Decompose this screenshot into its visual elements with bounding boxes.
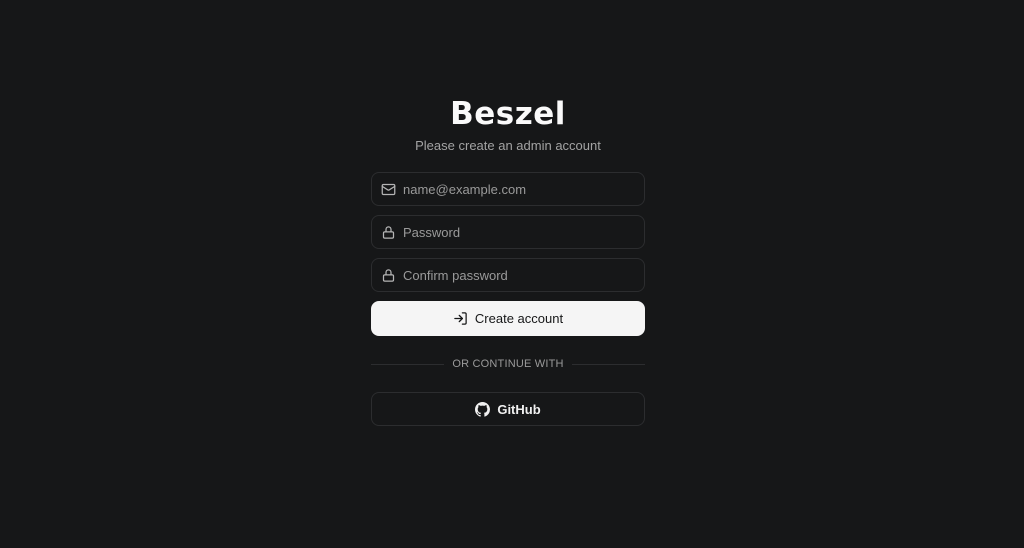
- divider-text: OR CONTINUE WITH: [452, 358, 564, 370]
- create-account-label: Create account: [474, 311, 564, 326]
- auth-card: Beszel Please create an admin account na…: [371, 94, 646, 426]
- password-field[interactable]: [371, 215, 645, 249]
- confirm-password-input[interactable]: [403, 259, 636, 291]
- confirm-password-field[interactable]: [371, 258, 645, 292]
- log-in-icon: [454, 312, 467, 325]
- create-account-button[interactable]: Create account: [371, 301, 645, 336]
- lock-icon: [382, 226, 395, 239]
- github-label: GitHub: [497, 401, 541, 417]
- email-input[interactable]: [403, 173, 636, 205]
- app-logo-title: Beszel: [450, 96, 566, 132]
- or-continue-divider: OR CONTINUE WITH: [371, 356, 646, 372]
- github-login-button[interactable]: GitHub: [371, 392, 645, 426]
- page-subtitle: Please create an admin account: [415, 138, 601, 153]
- divider-line-right: [571, 363, 646, 365]
- divider-line-left: [371, 363, 445, 365]
- password-input[interactable]: [403, 216, 636, 248]
- mail-icon: [381, 183, 396, 196]
- lock-icon: [382, 269, 395, 282]
- create-admin-form: Create account: [371, 172, 645, 336]
- github-icon: [475, 401, 491, 417]
- email-field[interactable]: [371, 172, 645, 206]
